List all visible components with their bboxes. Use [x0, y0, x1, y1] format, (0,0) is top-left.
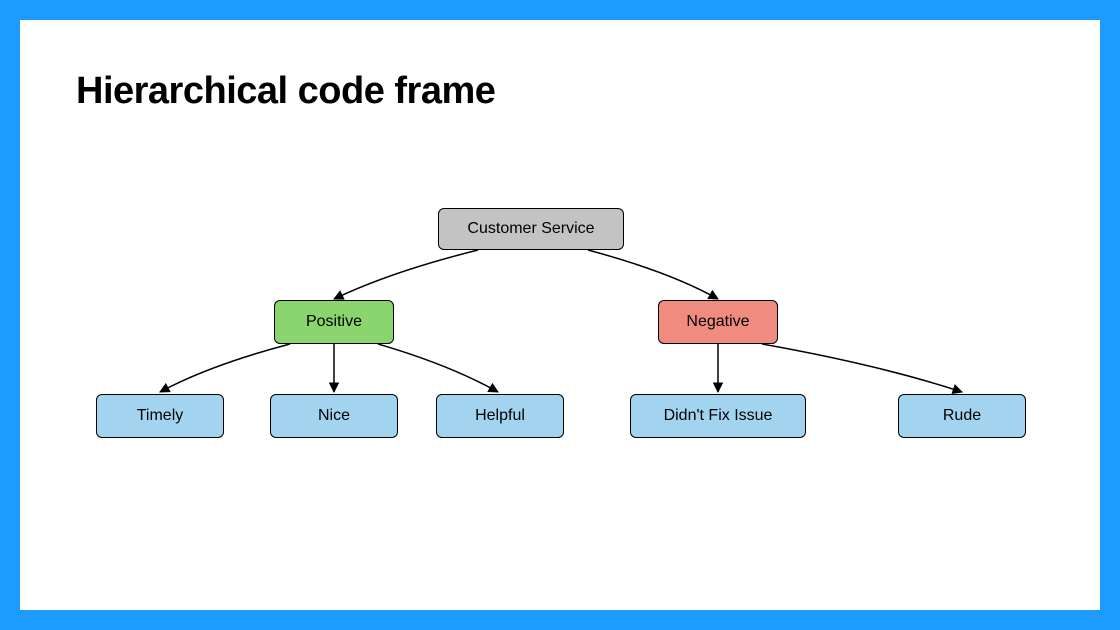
node-timely-label: Timely — [137, 407, 184, 425]
node-positive-label: Positive — [306, 313, 362, 331]
node-nice: Nice — [270, 394, 398, 438]
node-didnt-fix-label: Didn't Fix Issue — [664, 407, 773, 425]
node-nice-label: Nice — [318, 407, 350, 425]
node-root-label: Customer Service — [467, 220, 594, 238]
node-negative-label: Negative — [686, 313, 749, 331]
edge-root-negative — [588, 250, 718, 299]
edge-root-positive — [334, 250, 478, 299]
node-timely: Timely — [96, 394, 224, 438]
edge-negative-rude — [762, 344, 962, 392]
node-rude: Rude — [898, 394, 1026, 438]
edges-layer — [20, 20, 1100, 610]
node-rude-label: Rude — [943, 407, 981, 425]
node-negative: Negative — [658, 300, 778, 344]
node-root: Customer Service — [438, 208, 624, 250]
canvas: Hierarchical code frame — [20, 20, 1100, 610]
outer-frame: Hierarchical code frame — [0, 0, 1120, 630]
node-helpful: Helpful — [436, 394, 564, 438]
node-didnt-fix: Didn't Fix Issue — [630, 394, 806, 438]
node-helpful-label: Helpful — [475, 407, 525, 425]
node-positive: Positive — [274, 300, 394, 344]
edge-positive-helpful — [378, 344, 498, 392]
edge-positive-timely — [160, 344, 290, 392]
